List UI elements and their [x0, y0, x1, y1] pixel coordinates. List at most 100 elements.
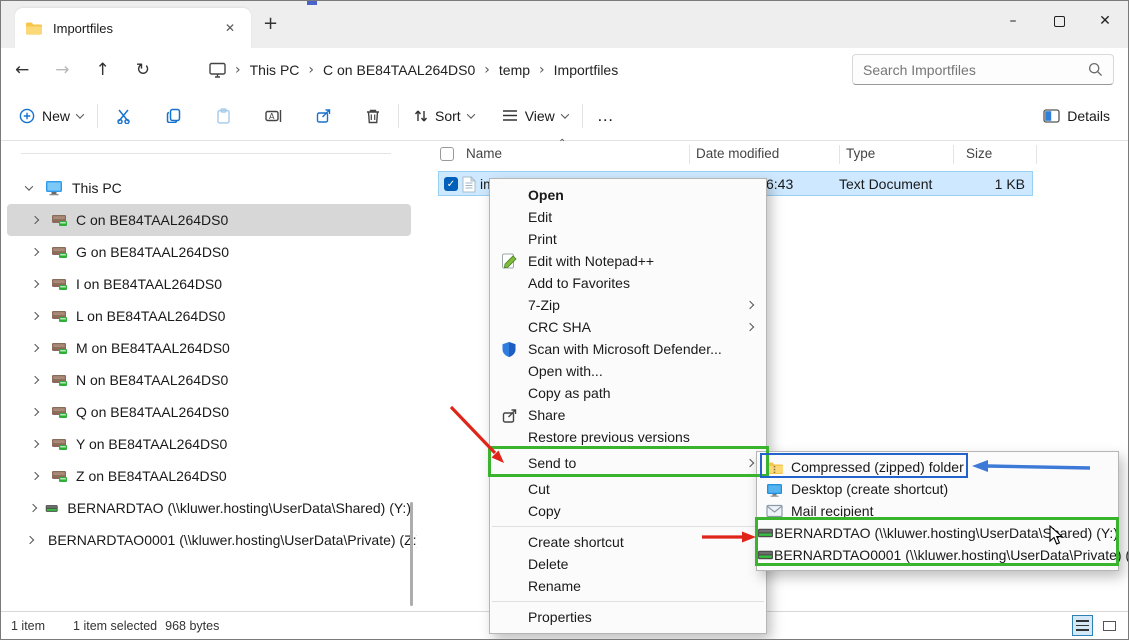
menu-item-7zip[interactable]: 7-Zip [490, 294, 766, 316]
menu-item-print[interactable]: Print [490, 228, 766, 250]
view-lines-icon [502, 108, 518, 123]
column-divider[interactable] [953, 145, 954, 164]
view-button[interactable]: View [502, 108, 568, 124]
menu-item-crc-sha[interactable]: CRC SHA [490, 316, 766, 338]
menu-item-send-to[interactable]: Send to [490, 448, 766, 478]
network-drive-icon [51, 373, 67, 387]
column-header-date-modified[interactable]: Date modified [696, 146, 779, 161]
copy-button[interactable] [162, 108, 184, 123]
column-header-type[interactable]: Type [846, 146, 875, 161]
sidebar-item-bernardtao-y[interactable]: BERNARDTAO (\\kluwer.hosting\UserData\Sh… [7, 492, 411, 524]
breadcrumb-temp[interactable]: temp [499, 62, 530, 78]
sidebar-item-bernardtao0001-z[interactable]: BERNARDTAO0001 (\\kluwer.hosting\UserDat… [7, 524, 411, 556]
refresh-button[interactable]: ↻ [136, 60, 150, 80]
menu-item-edit-with-notepadpp[interactable]: Edit with Notepad++ [490, 250, 766, 272]
breadcrumb: › This PC › C on BE84TAAL264DS0 › temp ›… [209, 54, 618, 85]
column-divider[interactable] [1036, 145, 1037, 164]
chevron-right-icon[interactable] [26, 536, 34, 544]
minimize-button[interactable]: – [990, 1, 1036, 41]
sidebar-item-g-drive[interactable]: G on BE84TAAL264DS0 [7, 236, 411, 268]
share-icon [502, 408, 517, 423]
new-tab-button[interactable]: + [263, 13, 278, 34]
chevron-right-icon[interactable] [31, 472, 39, 480]
column-header-name[interactable]: Name [466, 146, 502, 161]
menu-item-create-shortcut[interactable]: Create shortcut [490, 531, 766, 553]
column-divider[interactable] [839, 145, 840, 164]
search-box[interactable] [852, 54, 1114, 85]
breadcrumb-c-drive[interactable]: C on BE84TAAL264DS0 [323, 62, 475, 78]
zip-folder-icon [766, 460, 783, 475]
chevron-right-icon[interactable] [31, 312, 39, 320]
details-button[interactable]: Details [1043, 108, 1110, 124]
icons-view-toggle[interactable] [1099, 615, 1120, 636]
new-button[interactable]: New [19, 108, 83, 124]
submenu-item-compressed-zipped-folder[interactable]: Compressed (zipped) folder [757, 456, 1118, 478]
submenu-item-bernardtao-y[interactable]: BERNARDTAO (\\kluwer.hosting\UserData\Sh… [757, 522, 1118, 544]
select-all-checkbox[interactable] [440, 147, 454, 161]
tab-close-icon[interactable]: ✕ [219, 19, 241, 37]
menu-item-rename[interactable]: Rename [490, 575, 766, 597]
sidebar-item-label: L on BE84TAAL264DS0 [76, 308, 225, 324]
chevron-down-icon[interactable] [25, 182, 33, 190]
rename-button[interactable] [262, 108, 284, 124]
chevron-right-icon[interactable] [31, 376, 39, 384]
column-header-size[interactable]: Size [966, 146, 992, 161]
column-divider[interactable] [689, 145, 690, 164]
menu-item-delete[interactable]: Delete [490, 553, 766, 575]
menu-item-copy-as-path[interactable]: Copy as path [490, 382, 766, 404]
chevron-right-icon[interactable] [31, 216, 39, 224]
submenu-item-desktop-shortcut[interactable]: Desktop (create shortcut) [757, 478, 1118, 500]
menu-item-open[interactable]: Open [490, 184, 766, 206]
menu-item-properties[interactable]: Properties [490, 606, 766, 628]
back-button[interactable]: ← [15, 60, 29, 80]
sidebar-item-n-drive[interactable]: N on BE84TAAL264DS0 [7, 364, 411, 396]
submenu-item-bernardtao0001-z[interactable]: BERNARDTAO0001 (\\kluwer.hosting\UserDat… [757, 544, 1118, 566]
toolbar-divider [582, 104, 583, 128]
chevron-right-icon[interactable] [29, 504, 37, 512]
menu-item-label: Edit [528, 209, 552, 225]
search-input[interactable] [863, 62, 1088, 78]
breadcrumb-importfiles[interactable]: Importfiles [554, 62, 619, 78]
menu-item-share[interactable]: Share [490, 404, 766, 426]
sidebar-item-c-drive[interactable]: C on BE84TAAL264DS0 [7, 204, 411, 236]
sidebar-item-l-drive[interactable]: L on BE84TAAL264DS0 [7, 300, 411, 332]
paste-button[interactable] [212, 108, 234, 124]
sidebar-item-q-drive[interactable]: Q on BE84TAAL264DS0 [7, 396, 411, 428]
sidebar-item-m-drive[interactable]: M on BE84TAAL264DS0 [7, 332, 411, 364]
chevron-right-icon[interactable] [31, 280, 39, 288]
details-view-toggle[interactable] [1072, 615, 1093, 636]
see-more-button[interactable]: … [597, 106, 615, 126]
row-checkbox-checked[interactable]: ✓ [444, 177, 458, 191]
sidebar-item-z-drive[interactable]: Z on BE84TAAL264DS0 [7, 460, 411, 492]
menu-item-scan-with-defender[interactable]: Scan with Microsoft Defender... [490, 338, 766, 360]
sidebar-scrollbar[interactable] [410, 502, 413, 606]
close-button[interactable]: ✕ [1082, 1, 1128, 41]
chevron-right-icon[interactable] [31, 440, 39, 448]
navigation-pane: This PC C on BE84TAAL264DS0 G on BE84TAA… [1, 142, 417, 611]
chevron-right-icon[interactable] [31, 248, 39, 256]
sort-button[interactable]: Sort [413, 108, 474, 124]
chevron-right-icon[interactable] [31, 408, 39, 416]
network-drive-icon [51, 309, 67, 323]
breadcrumb-this-pc[interactable]: This PC [250, 62, 300, 78]
folder-icon [25, 21, 43, 35]
maximize-button[interactable] [1036, 1, 1082, 41]
sidebar-item-label: G on BE84TAAL264DS0 [76, 244, 229, 260]
sidebar-item-this-pc[interactable]: This PC [7, 172, 411, 204]
sidebar-item-y-drive[interactable]: Y on BE84TAAL264DS0 [7, 428, 411, 460]
up-button[interactable]: ↑ [96, 60, 110, 80]
menu-item-edit[interactable]: Edit [490, 206, 766, 228]
forward-button[interactable]: → [55, 60, 69, 80]
menu-item-copy[interactable]: Copy [490, 500, 766, 522]
menu-item-restore-previous-versions[interactable]: Restore previous versions [490, 426, 766, 448]
tab-importfiles[interactable]: Importfiles ✕ [15, 8, 251, 48]
submenu-item-mail-recipient[interactable]: Mail recipient [757, 500, 1118, 522]
menu-item-open-with[interactable]: Open with... [490, 360, 766, 382]
menu-item-add-to-favorites[interactable]: Add to Favorites [490, 272, 766, 294]
sidebar-item-i-drive[interactable]: I on BE84TAAL264DS0 [7, 268, 411, 300]
chevron-right-icon[interactable] [31, 344, 39, 352]
menu-item-cut[interactable]: Cut [490, 478, 766, 500]
cut-button[interactable] [112, 108, 134, 124]
share-button[interactable] [312, 108, 334, 123]
delete-button[interactable] [362, 108, 384, 124]
